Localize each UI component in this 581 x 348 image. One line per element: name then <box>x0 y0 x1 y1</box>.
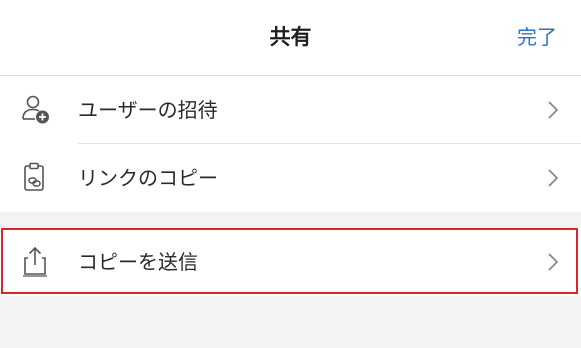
share-header: 共有 完了 <box>0 0 581 76</box>
invite-user-row[interactable]: ユーザーの招待 <box>0 76 581 144</box>
done-button[interactable]: 完了 <box>517 0 557 75</box>
copy-link-label: リンクのコピー <box>78 166 218 190</box>
chevron-right-icon <box>547 100 559 120</box>
send-copy-row[interactable]: コピーを送信 <box>0 228 581 296</box>
chevron-right-icon <box>547 168 559 188</box>
chevron-right-icon <box>547 252 559 272</box>
send-copy-group: コピーを送信 <box>0 228 581 296</box>
share-options-group: ユーザーの招待 リンクのコピー <box>0 76 581 212</box>
invite-user-icon <box>18 93 52 127</box>
copy-link-row[interactable]: リンクのコピー <box>0 144 581 212</box>
page-title: 共有 <box>269 25 312 49</box>
copy-link-icon <box>18 161 52 195</box>
share-upload-icon <box>18 245 52 279</box>
send-copy-label: コピーを送信 <box>78 250 198 274</box>
invite-user-label: ユーザーの招待 <box>78 98 218 122</box>
